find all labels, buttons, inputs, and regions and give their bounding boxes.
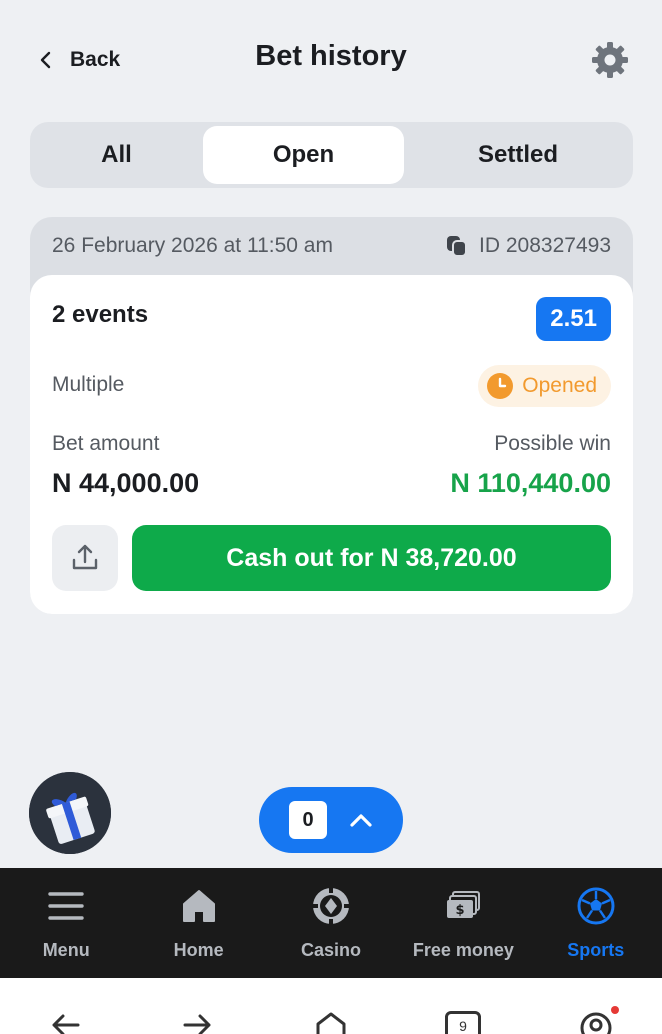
system-navigation-bar: 9 — [0, 978, 662, 1034]
nav-item-free-money[interactable]: $ Free money — [397, 868, 529, 978]
odds-badge: 2.51 — [536, 297, 611, 341]
nav-label-casino: Casino — [300, 940, 361, 960]
betslip-count: 0 — [289, 801, 327, 839]
share-button[interactable] — [52, 525, 118, 591]
soccer-ball-icon — [577, 887, 615, 925]
bet-amount-label: Bet amount — [52, 432, 160, 455]
bottom-navigation: Menu Home Casino $ Free money Sports — [0, 868, 662, 978]
notification-dot — [611, 1006, 619, 1014]
home-outline-icon — [316, 1012, 346, 1034]
arrow-right-icon — [183, 1014, 211, 1034]
chevron-up-icon — [350, 814, 372, 827]
tab-open[interactable]: Open — [203, 126, 404, 184]
nav-label-sports: Sports — [567, 940, 625, 960]
nav-item-casino[interactable]: Casino — [265, 868, 397, 978]
browser-forward-button[interactable] — [181, 1008, 215, 1034]
nav-label-free-money: Free money — [412, 940, 514, 960]
nav-item-home[interactable]: Home — [132, 868, 264, 978]
tab-settled[interactable]: Settled — [418, 126, 618, 184]
browser-back-button[interactable] — [48, 1008, 82, 1034]
nav-label-menu: Menu — [42, 940, 90, 960]
arrow-left-icon — [52, 1014, 80, 1034]
bet-card-header: 26 February 2026 at 11:50 am ID 20832749… — [30, 217, 633, 275]
clock-icon — [487, 373, 514, 399]
share-icon — [72, 544, 98, 570]
page-title: Bet history — [255, 40, 407, 72]
browser-account-button[interactable] — [579, 1008, 613, 1034]
money-icon: $ — [447, 891, 481, 918]
nav-item-menu[interactable]: Menu — [0, 868, 132, 978]
bet-card[interactable]: 26 February 2026 at 11:50 am ID 20832749… — [30, 217, 633, 614]
tab-all[interactable]: All — [30, 126, 203, 184]
status-badge: Opened — [478, 365, 611, 407]
nav-item-sports[interactable]: Sports — [530, 868, 662, 978]
bet-card-body: 2 events 2.51 Multiple Opened Bet amount… — [30, 275, 633, 614]
bet-type: Multiple — [52, 373, 125, 396]
betslip-button[interactable]: 0 — [259, 787, 403, 853]
status-label: Opened — [522, 374, 597, 397]
settings-button[interactable] — [590, 40, 630, 80]
possible-win-value: N 110,440.00 — [450, 468, 611, 498]
top-bar: Back Bet history — [0, 0, 662, 118]
gear-icon — [592, 42, 628, 78]
svg-text:$: $ — [456, 903, 465, 918]
home-icon — [182, 890, 215, 922]
gift-bonus-button[interactable] — [29, 772, 111, 854]
cash-out-button[interactable]: Cash out for N 38,720.00 — [132, 525, 611, 591]
casino-chip-icon — [311, 887, 350, 925]
events-count: 2 events — [52, 301, 149, 328]
bet-date: 26 February 2026 at 11:50 am — [52, 234, 333, 257]
bet-filter-tabs: All Open Settled — [30, 122, 633, 188]
account-icon — [580, 1012, 612, 1034]
gift-icon — [29, 772, 111, 854]
nav-label-home: Home — [173, 940, 224, 960]
browser-home-button[interactable] — [314, 1008, 348, 1034]
bet-id[interactable]: ID 208327493 — [445, 234, 611, 258]
copy-icon — [447, 236, 468, 257]
bet-amount-value: N 44,000.00 — [52, 468, 200, 498]
possible-win-label: Possible win — [494, 432, 611, 455]
bet-id-label: ID 208327493 — [479, 234, 611, 257]
menu-icon — [48, 892, 84, 920]
browser-tabs-button[interactable]: 9 — [445, 1011, 481, 1034]
